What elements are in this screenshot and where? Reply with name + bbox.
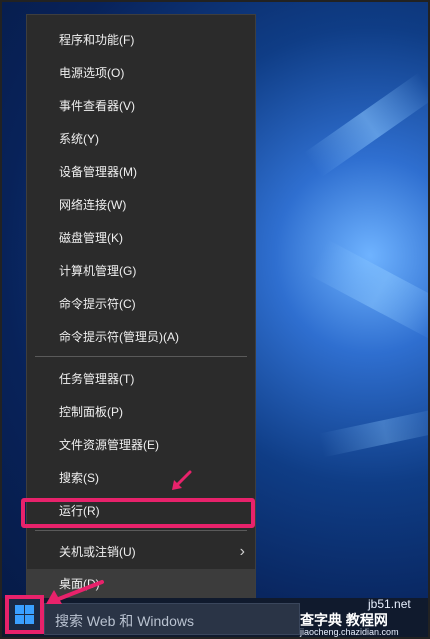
watermark-url: jiaocheng.chazidian.com	[300, 627, 399, 637]
windows-logo-icon	[15, 605, 34, 624]
menu-item-system[interactable]: 系统(Y)	[27, 124, 255, 154]
menu-item-shutdown-signout[interactable]: 关机或注销(U) ›	[27, 537, 255, 567]
menu-item-programs-features[interactable]: 程序和功能(F)	[27, 25, 255, 55]
menu-item-device-manager[interactable]: 设备管理器(M)	[27, 157, 255, 187]
menu-item-power-options[interactable]: 电源选项(O)	[27, 58, 255, 88]
menu-item-event-viewer[interactable]: 事件查看器(V)	[27, 91, 255, 121]
menu-item-computer-management[interactable]: 计算机管理(G)	[27, 256, 255, 286]
menu-item-disk-management[interactable]: 磁盘管理(K)	[27, 223, 255, 253]
menu-item-command-prompt[interactable]: 命令提示符(C)	[27, 289, 255, 319]
menu-separator	[35, 530, 247, 531]
pink-arrow-icon	[172, 470, 192, 490]
menu-item-network-connections[interactable]: 网络连接(W)	[27, 190, 255, 220]
chevron-right-icon: ›	[239, 543, 245, 560]
menu-item-control-panel[interactable]: 控制面板(P)	[27, 397, 255, 427]
run-highlight-box	[21, 498, 255, 528]
start-button[interactable]	[5, 595, 44, 634]
light-beam	[304, 72, 430, 178]
pink-arrow-icon	[46, 580, 104, 604]
menu-item-command-prompt-admin[interactable]: 命令提示符(管理员)(A)	[27, 322, 255, 352]
menu-separator	[35, 356, 247, 357]
menu-item-search[interactable]: 搜索(S)	[27, 463, 255, 493]
menu-item-task-manager[interactable]: 任务管理器(T)	[27, 364, 255, 394]
light-beam	[318, 406, 430, 458]
taskbar-search-box[interactable]: 搜索 Web 和 Windows	[44, 603, 300, 635]
search-placeholder: 搜索 Web 和 Windows	[55, 613, 194, 629]
light-beam	[308, 239, 430, 341]
watermark-site: jb51.net	[368, 597, 411, 611]
menu-item-file-explorer[interactable]: 文件资源管理器(E)	[27, 430, 255, 460]
